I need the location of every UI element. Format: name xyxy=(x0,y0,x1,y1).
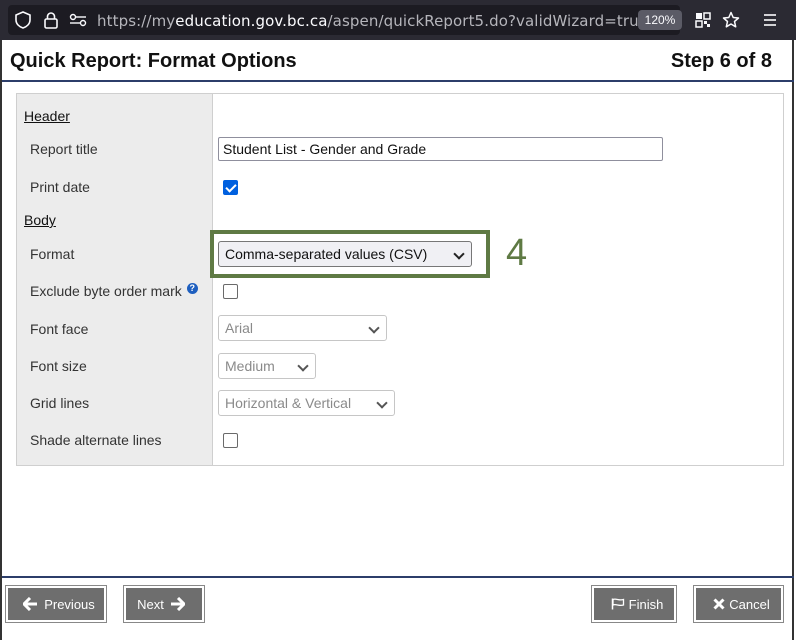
annotation-step-number: 4 xyxy=(506,232,528,274)
print-date-label: Print date xyxy=(30,179,90,195)
title-bar: Quick Report: Format Options Step 6 of 8 xyxy=(2,40,794,82)
arrow-left-icon xyxy=(23,597,38,611)
shield-icon[interactable] xyxy=(13,10,33,30)
page-content: Quick Report: Format Options Step 6 of 8… xyxy=(0,40,794,640)
shade-alternate-lines-checkbox[interactable] xyxy=(223,433,238,448)
next-label: Next xyxy=(137,596,164,612)
page-title: Quick Report: Format Options xyxy=(10,50,297,72)
report-title-label: Report title xyxy=(30,141,98,157)
chevron-down-icon xyxy=(297,360,309,372)
zoom-level[interactable]: 120% xyxy=(638,10,682,30)
chevron-down-icon xyxy=(368,322,380,334)
exclude-bom-label: Exclude byte order mark? xyxy=(30,283,198,299)
report-title-input[interactable]: Student List - Gender and Grade xyxy=(218,137,663,161)
cancel-label: Cancel xyxy=(729,596,770,612)
previous-label: Previous xyxy=(44,596,95,612)
footer-divider xyxy=(2,576,794,578)
chevron-down-icon xyxy=(376,397,388,409)
qr-code-icon[interactable] xyxy=(693,10,713,30)
finish-button[interactable]: Finish xyxy=(591,585,677,623)
previous-button[interactable]: Previous xyxy=(5,585,107,623)
font-size-label: Font size xyxy=(30,358,87,374)
grid-lines-select[interactable]: Horizontal & Vertical xyxy=(218,390,395,416)
font-face-select[interactable]: Arial xyxy=(218,315,387,341)
annotation-highlight-box xyxy=(210,230,490,278)
flag-icon xyxy=(611,598,625,610)
format-options-form: Header Report title Student List - Gende… xyxy=(16,93,784,466)
exclude-bom-checkbox[interactable] xyxy=(223,284,238,299)
browser-toolbar: https://myeducation.gov.bc.ca/aspen/quic… xyxy=(0,0,796,40)
permissions-icon[interactable] xyxy=(68,10,88,30)
arrow-right-icon xyxy=(170,597,185,611)
step-indicator: Step 6 of 8 xyxy=(670,50,772,72)
format-label: Format xyxy=(30,246,75,262)
grid-lines-label: Grid lines xyxy=(30,395,90,411)
bookmark-star-icon[interactable] xyxy=(721,10,741,30)
shade-alternate-lines-label: Shade alternate lines xyxy=(30,432,162,448)
menu-icon[interactable] xyxy=(760,10,780,30)
print-date-checkbox[interactable] xyxy=(223,180,238,195)
font-face-label: Font face xyxy=(30,321,89,337)
finish-label: Finish xyxy=(628,596,664,612)
section-body-title: Body xyxy=(24,212,56,228)
url-text: https://myeducation.gov.bc.ca/aspen/quic… xyxy=(97,12,649,30)
cancel-button[interactable]: Cancel xyxy=(693,585,784,623)
font-size-select[interactable]: Medium xyxy=(218,353,316,379)
section-header-title: Header xyxy=(24,108,70,124)
help-icon[interactable]: ? xyxy=(186,283,198,294)
close-icon xyxy=(713,598,725,610)
lock-icon[interactable] xyxy=(41,10,61,30)
next-button[interactable]: Next xyxy=(123,585,205,623)
